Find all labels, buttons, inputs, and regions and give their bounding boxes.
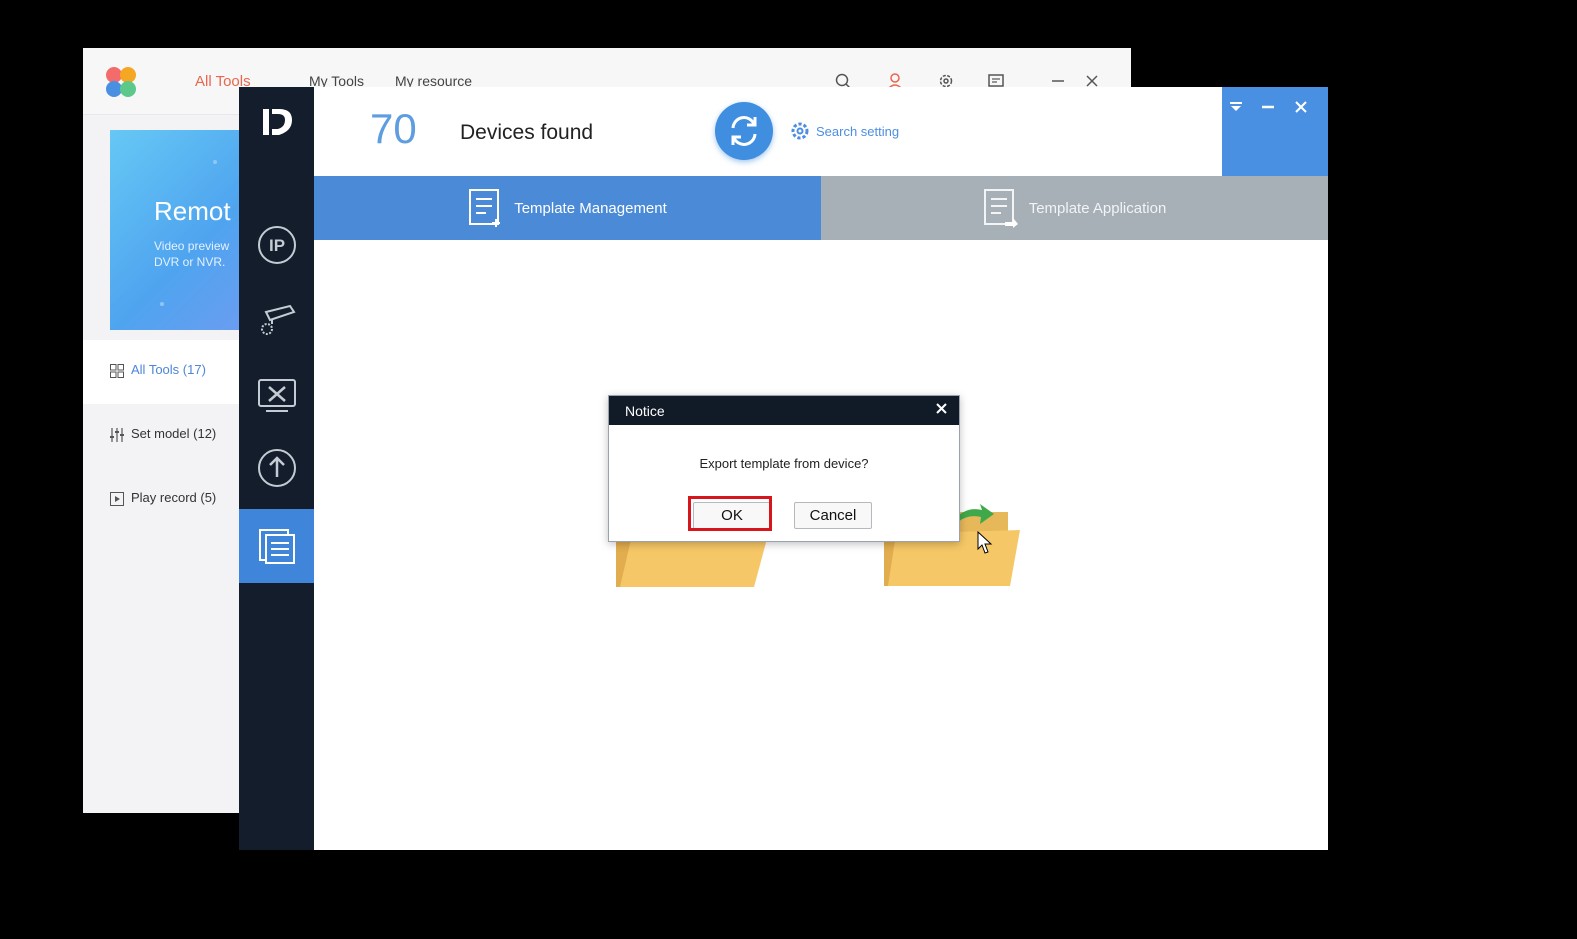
nav-play-record[interactable]: Play record (5) [83,468,243,532]
device-count: 70 [370,105,417,152]
tools-icon [257,379,296,412]
dialog-message: Export template from device? [699,456,869,471]
close-icon[interactable] [1291,97,1311,117]
notice-dialog: Notice Export template from device? OK C… [608,395,960,542]
template-icon [258,529,295,564]
side-item-tools[interactable] [239,359,314,433]
search-setting-label: Search setting [816,123,900,139]
dialog-title: Notice [625,403,665,419]
sliders-icon [110,428,124,442]
side-item-template[interactable] [239,509,314,583]
ip-icon: IP [257,226,296,264]
banner-subtitle-line: Video preview [154,239,230,253]
tab-template-management-label: Template Management [514,199,667,217]
gear-icon [791,122,809,140]
remote-tool-banner[interactable]: Remot Video preview DVR or NVR. [110,130,250,330]
menu-dropdown-icon[interactable] [1226,97,1246,117]
side-item-ip[interactable]: IP [239,208,314,282]
upload-icon [257,449,296,487]
mouse-cursor-icon [977,531,993,554]
window-controls [1222,87,1328,176]
brand-logo-icon [263,109,292,135]
banner-subtitle-line: DVR or NVR. [154,255,226,269]
tab-template-management[interactable]: Template Management [314,176,821,240]
side-item-upgrade[interactable] [239,431,314,505]
decor-dot [160,302,164,306]
close-icon[interactable] [933,400,951,418]
camera-settings-icon [260,304,296,335]
nav-set-model[interactable]: Set model (12) [83,404,243,468]
search-setting-link[interactable]: Search setting [790,121,899,141]
tab-template-application[interactable]: Template Application [821,176,1328,240]
nav-all-tools[interactable]: All Tools (17) [83,340,243,404]
nav-all-tools-label: All Tools (17) [131,362,206,377]
devices-found-label: Devices found [460,121,594,144]
play-icon [110,492,124,506]
banner-subtitle: Video preview DVR or NVR. [154,238,229,270]
svg-text:IP: IP [268,236,284,255]
document-export-icon [983,189,1018,228]
tab-template-application-label: Template Application [1028,199,1167,217]
document-add-icon [469,189,501,227]
template-tabs: Template Management Template Application [314,176,1328,240]
minimize-icon[interactable] [1258,97,1278,117]
nav-play-record-label: Play record (5) [131,490,217,505]
app-logo-icon [106,67,136,97]
header-bar: 70 Devices found Search setting [314,87,1328,176]
refresh-icon [731,116,757,146]
refresh-button[interactable] [715,102,773,160]
dialog-title-bar: Notice [609,396,959,425]
cancel-button[interactable]: Cancel [794,502,872,529]
decor-dot [213,160,217,164]
side-item-camera-settings[interactable] [239,282,314,356]
grid-icon [110,364,124,378]
banner-title: Remot [154,196,231,226]
ok-button[interactable]: OK [693,502,771,529]
side-nav: IP [239,87,314,850]
nav-set-model-label: Set model (12) [131,426,217,441]
